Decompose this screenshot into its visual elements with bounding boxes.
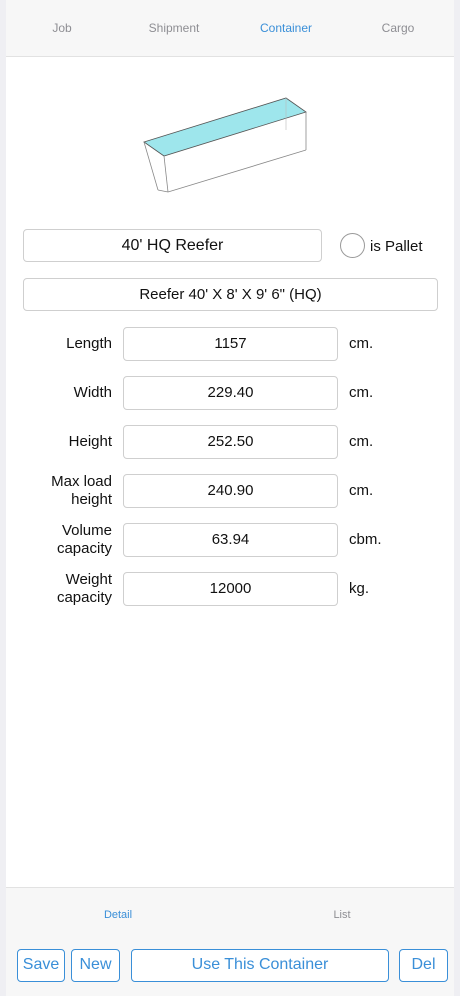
volume-capacity-unit: cbm. xyxy=(349,531,382,548)
weight-capacity-unit: kg. xyxy=(349,580,370,597)
pallet-label: is Pallet xyxy=(370,238,423,255)
length-label: Length xyxy=(66,335,112,352)
weight-capacity-input[interactable]: 12000 xyxy=(123,572,338,606)
container-name-field[interactable]: 40' HQ Reefer xyxy=(23,229,322,262)
width-row: Width 229.40 cm. xyxy=(6,376,454,410)
max-load-height-row: Max load height 240.90 cm. xyxy=(6,473,454,508)
length-row: Length 1157 cm. xyxy=(6,327,454,361)
length-input[interactable]: 1157 xyxy=(123,327,338,361)
height-unit: cm. xyxy=(349,433,374,450)
app-frame: Job Shipment Container Cargo 40' HQ Reef… xyxy=(6,0,454,996)
height-row: Height 252.50 cm. xyxy=(6,425,454,459)
pallet-radio[interactable] xyxy=(340,233,365,258)
width-unit: cm. xyxy=(349,384,374,401)
height-label: Height xyxy=(68,433,112,450)
tab-list[interactable]: List xyxy=(230,888,454,942)
bottom-tab-bar: Detail List xyxy=(6,887,454,942)
tab-cargo[interactable]: Cargo xyxy=(342,0,454,56)
top-tab-bar: Job Shipment Container Cargo xyxy=(6,0,454,57)
action-toolbar: Save New Use This Container Del xyxy=(6,942,454,996)
tab-job[interactable]: Job xyxy=(6,0,118,56)
volume-capacity-input[interactable]: 63.94 xyxy=(123,523,338,557)
height-input[interactable]: 252.50 xyxy=(123,425,338,459)
use-container-button[interactable]: Use This Container xyxy=(131,949,389,982)
container-3d-icon xyxy=(143,97,307,193)
tab-shipment[interactable]: Shipment xyxy=(118,0,230,56)
width-label: Width xyxy=(73,384,112,401)
volume-capacity-label: Volume capacity xyxy=(56,522,112,557)
length-unit: cm. xyxy=(349,335,374,352)
volume-capacity-row: Volume capacity 63.94 cbm. xyxy=(6,522,454,557)
delete-button[interactable]: Del xyxy=(399,949,448,982)
new-button[interactable]: New xyxy=(71,949,120,982)
max-load-height-label: Max load height xyxy=(51,473,112,508)
max-load-height-input[interactable]: 240.90 xyxy=(123,474,338,508)
weight-capacity-label: Weight capacity xyxy=(56,571,112,606)
max-load-height-unit: cm. xyxy=(349,482,374,499)
tab-detail[interactable]: Detail xyxy=(6,888,230,942)
tab-container[interactable]: Container xyxy=(230,0,342,56)
width-input[interactable]: 229.40 xyxy=(123,376,338,410)
container-type-selector[interactable]: Reefer 40' X 8' X 9' 6" (HQ) xyxy=(23,278,438,311)
weight-capacity-row: Weight capacity 12000 kg. xyxy=(6,571,454,606)
save-button[interactable]: Save xyxy=(17,949,65,982)
